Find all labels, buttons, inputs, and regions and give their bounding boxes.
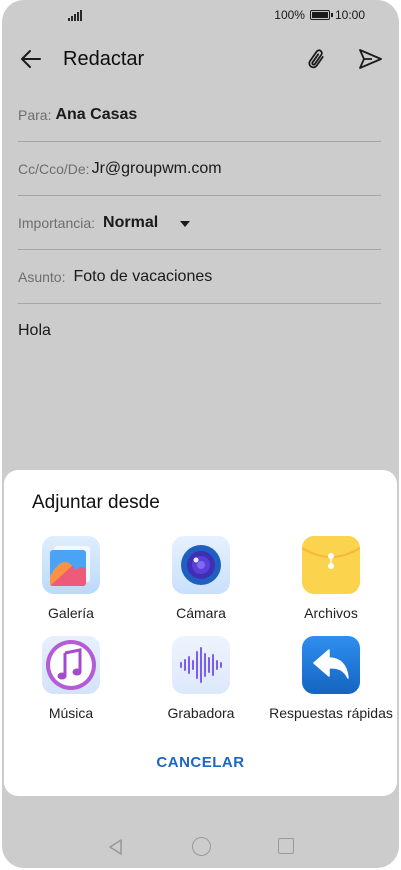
quick-reply-icon <box>302 636 360 694</box>
attach-option-gallery[interactable]: Galería <box>6 536 136 626</box>
attach-option-label: Galería <box>48 605 94 621</box>
cancel-button[interactable]: CANCELAR <box>124 754 277 778</box>
files-icon <box>302 536 360 594</box>
music-icon <box>42 636 100 694</box>
phone-frame: 100% 10:00 Redactar Para: Ana Casas Cc/C… <box>0 0 401 870</box>
gallery-icon <box>42 536 100 594</box>
nav-back-icon[interactable] <box>107 838 125 856</box>
nav-recents-icon[interactable] <box>278 838 294 854</box>
attach-option-files[interactable]: Archivos <box>266 536 396 626</box>
attach-option-music[interactable]: Música <box>6 636 136 726</box>
attach-option-label: Música <box>48 705 94 721</box>
recorder-icon <box>172 636 230 694</box>
sheet-title: Adjuntar desde <box>32 492 160 513</box>
attach-option-recorder[interactable]: Grabadora <box>136 636 266 726</box>
nav-home-icon[interactable] <box>192 837 211 856</box>
screen: 100% 10:00 Redactar Para: Ana Casas Cc/C… <box>2 0 399 868</box>
attach-option-quick-replies[interactable]: Respuestas rápidas <box>266 636 396 726</box>
attach-sheet: Adjuntar desde Galería Cámara Archivos M… <box>4 470 397 796</box>
attach-option-label: Cámara <box>176 605 226 621</box>
attach-option-camera[interactable]: Cámara <box>136 536 266 626</box>
attach-option-label: Archivos <box>304 605 358 621</box>
attach-option-label: Grabadora <box>167 705 235 721</box>
attach-option-label: Respuestas rápidas <box>269 705 393 721</box>
camera-icon <box>172 536 230 594</box>
system-nav-bar <box>2 818 399 868</box>
